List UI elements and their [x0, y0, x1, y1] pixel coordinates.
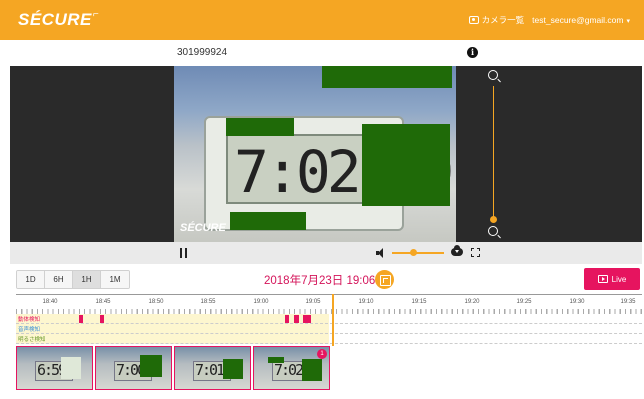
tick-label: 19:10 — [358, 299, 374, 305]
thumbnail-strip: 6:59 7:00 7:01 7:02 1 — [16, 346, 330, 390]
range-button-1h[interactable]: 1H — [73, 271, 101, 288]
tick-label: 18:55 — [200, 299, 216, 305]
brand-logo[interactable]: SÉCURE⌐ — [18, 9, 99, 30]
video-player[interactable]: 7:02:19 SÉCURE — [174, 66, 456, 242]
zoom-out-icon[interactable] — [488, 226, 498, 236]
top-bar: SÉCURE⌐ カメラ一覧 test_secure@gmail.com ▾ — [0, 0, 644, 40]
zoom-slider[interactable] — [484, 70, 502, 238]
privacy-mask — [230, 212, 306, 230]
playhead[interactable] — [332, 294, 334, 346]
tick-label: 19:05 — [305, 299, 321, 305]
tick-label: 18:40 — [42, 299, 58, 305]
thumbnail[interactable]: 7:00 — [95, 346, 172, 390]
fullscreen-icon[interactable] — [471, 248, 480, 257]
caret-down-icon: ▾ — [626, 18, 630, 25]
tick-label: 19:30 — [569, 299, 585, 305]
live-icon — [597, 275, 608, 283]
privacy-mask — [322, 66, 452, 88]
live-button[interactable]: Live — [584, 268, 640, 290]
track-label: 音声検知 — [18, 327, 41, 333]
time-range-selector: 1D 6H 1H 1M — [16, 270, 130, 289]
user-email: test_secure@gmail.com — [532, 15, 624, 25]
cloud-download-icon[interactable] — [451, 245, 463, 256]
calendar-icon[interactable] — [375, 270, 394, 289]
info-icon[interactable]: i — [467, 47, 478, 58]
tick-label: 18:45 — [95, 299, 111, 305]
event-tracks[interactable]: 動体検知 音声検知 明るさ検知 — [16, 314, 642, 344]
event-marker[interactable] — [285, 315, 289, 323]
tick-label: 18:50 — [148, 299, 164, 305]
tick-label: 19:35 — [620, 299, 636, 305]
user-menu[interactable]: test_secure@gmail.com ▾ — [532, 15, 630, 25]
camera-icon — [468, 16, 479, 24]
live-label: Live — [611, 274, 627, 284]
event-marker[interactable] — [100, 315, 104, 323]
thumbnail[interactable]: 7:01 — [174, 346, 251, 390]
timeline-ruler[interactable]: 18:40 18:45 18:50 18:55 19:00 19:05 19:1… — [16, 294, 642, 314]
camera-list-link[interactable]: カメラ一覧 — [468, 14, 525, 26]
header-actions: カメラ一覧 test_secure@gmail.com ▾ — [468, 14, 630, 26]
thumbnail[interactable]: 6:59 — [16, 346, 93, 390]
camera-list-label: カメラ一覧 — [481, 15, 525, 25]
volume-slider[interactable] — [392, 252, 444, 254]
pause-icon[interactable] — [180, 248, 187, 258]
track-label: 明るさ検知 — [18, 337, 46, 343]
range-button-1d[interactable]: 1D — [17, 271, 45, 288]
tick-label: 19:00 — [253, 299, 269, 305]
tick-label: 19:25 — [516, 299, 532, 305]
camera-id: 301999924 — [177, 47, 228, 58]
video-watermark-logo: SÉCURE — [180, 222, 226, 234]
volume-handle[interactable] — [410, 249, 417, 256]
volume-icon[interactable] — [376, 248, 386, 258]
tick-label: 19:15 — [411, 299, 427, 305]
track-audio: 音声検知 — [16, 324, 642, 334]
thumbnail-badge: 1 — [317, 349, 327, 359]
current-datetime: 2018年7月23日 19:06:48 — [264, 275, 392, 287]
track-brightness: 明るさ検知 — [16, 334, 642, 344]
event-marker[interactable] — [79, 315, 83, 323]
range-button-6h[interactable]: 6H — [45, 271, 73, 288]
event-marker[interactable] — [303, 315, 311, 323]
thumbnail[interactable]: 7:02 1 — [253, 346, 330, 390]
privacy-mask — [226, 118, 294, 136]
zoom-in-icon[interactable] — [488, 70, 498, 80]
range-button-1m[interactable]: 1M — [101, 271, 129, 288]
zoom-handle[interactable] — [490, 216, 497, 223]
track-label: 動体検知 — [18, 317, 41, 323]
tick-label: 19:20 — [464, 299, 480, 305]
track-motion: 動体検知 — [16, 314, 642, 324]
zoom-track[interactable] — [493, 86, 494, 220]
event-marker[interactable] — [294, 315, 299, 323]
privacy-mask — [362, 124, 450, 206]
camera-id-bar: 301999924 i — [0, 40, 644, 66]
playback-controls — [10, 242, 642, 264]
